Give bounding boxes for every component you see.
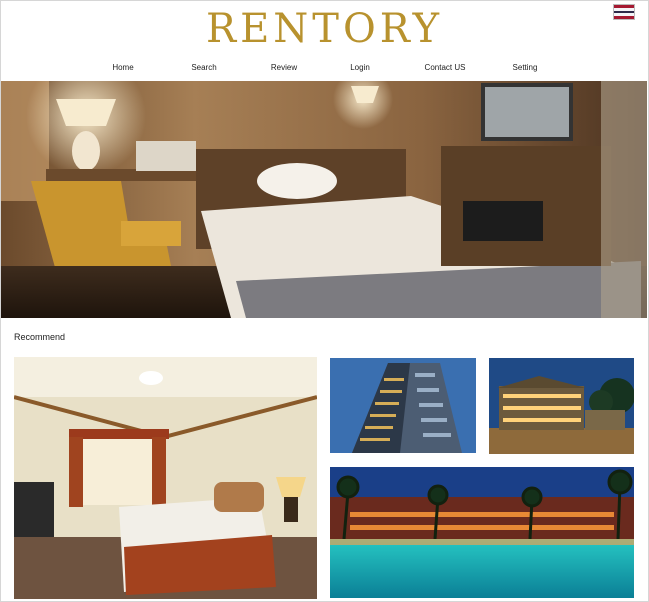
nav-contact-us[interactable]: Contact US [425,63,466,72]
recommend-card-bedroom[interactable] [14,357,317,599]
recommend-card-pool[interactable] [330,467,634,598]
nav-login[interactable]: Login [350,63,370,72]
recommend-card-resort[interactable] [489,358,634,454]
hotel-bedroom-photo [14,357,317,599]
main-nav: Home Search Review Login Contact US Sett… [0,63,649,77]
nav-setting[interactable]: Setting [513,63,538,72]
hero-image [1,81,647,318]
hotel-room-illustration [1,81,647,318]
recommend-title: Recommend [14,332,66,342]
hotel-resort-photo [489,358,634,454]
site-logo[interactable]: RENTORY [0,6,649,52]
nav-search[interactable]: Search [191,63,216,72]
hotel-tower-photo [330,358,476,453]
nav-home[interactable]: Home [112,63,133,72]
thai-flag-icon[interactable] [613,4,635,20]
recommend-card-tower[interactable] [330,358,476,453]
nav-review[interactable]: Review [271,63,297,72]
hotel-pool-photo [330,467,634,598]
